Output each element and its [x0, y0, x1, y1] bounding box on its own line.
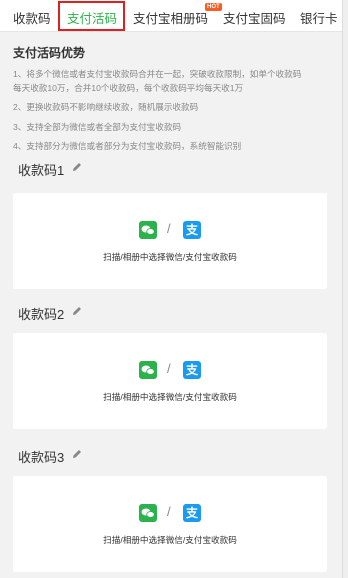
- pencil-icon[interactable]: [71, 161, 83, 173]
- tab-bar: 收款码 支付活码 支付宝相册码 HOT 支付宝固码 银行卡: [0, 0, 342, 32]
- card-hint: 扫描/相册中选择微信/支付宝收款码: [103, 252, 237, 262]
- advantage-item: 4、支持部分为微信或者部分为支付宝收款码，系统智能识别: [13, 141, 242, 151]
- upload-card[interactable]: / 支 扫描/相册中选择微信/支付宝收款码: [13, 193, 327, 289]
- wechat-icon: [139, 361, 157, 379]
- pencil-icon[interactable]: [71, 305, 83, 317]
- tab-bank-card[interactable]: 银行卡: [300, 8, 338, 27]
- alipay-icon: 支: [183, 504, 201, 522]
- card-label: 收款码1: [18, 163, 65, 178]
- highlight-box: [58, 1, 125, 31]
- card-label: 收款码2: [18, 307, 65, 322]
- tab-receive-code[interactable]: 收款码: [13, 8, 51, 27]
- pencil-icon[interactable]: [71, 448, 83, 460]
- tab-alipay-fixed-code[interactable]: 支付宝固码: [223, 8, 286, 27]
- upload-card[interactable]: / 支 扫描/相册中选择微信/支付宝收款码: [13, 476, 327, 572]
- advantage-item: 3、支持全部为微信或者全部为支付宝收款码: [13, 122, 182, 132]
- advantage-item: 每天收款10万，合并10个收款码，每个收款码平均每天收1万: [13, 83, 244, 93]
- advantage-item: 2、更换收款码不影响继续收款，随机展示收款码: [13, 102, 199, 112]
- card-hint: 扫描/相册中选择微信/支付宝收款码: [103, 392, 237, 402]
- advantage-item: 1、将多个微信或者支付宝收款码合并在一起，突破收款限制，如单个收款码: [13, 69, 302, 79]
- hot-badge: HOT: [205, 3, 222, 11]
- wechat-icon: [139, 504, 157, 522]
- app-frame: 收款码 支付活码 支付宝相册码 HOT 支付宝固码 银行卡 支付活码优势 1、将…: [0, 0, 343, 578]
- advantages-title: 支付活码优势: [13, 46, 86, 60]
- upload-card[interactable]: / 支 扫描/相册中选择微信/支付宝收款码: [13, 333, 327, 429]
- alipay-icon: 支: [183, 221, 201, 239]
- tab-alipay-album-code[interactable]: 支付宝相册码: [133, 8, 208, 27]
- card-label: 收款码3: [18, 450, 65, 465]
- alipay-icon: 支: [183, 361, 201, 379]
- wechat-icon: [139, 221, 157, 239]
- card-hint: 扫描/相册中选择微信/支付宝收款码: [103, 535, 237, 545]
